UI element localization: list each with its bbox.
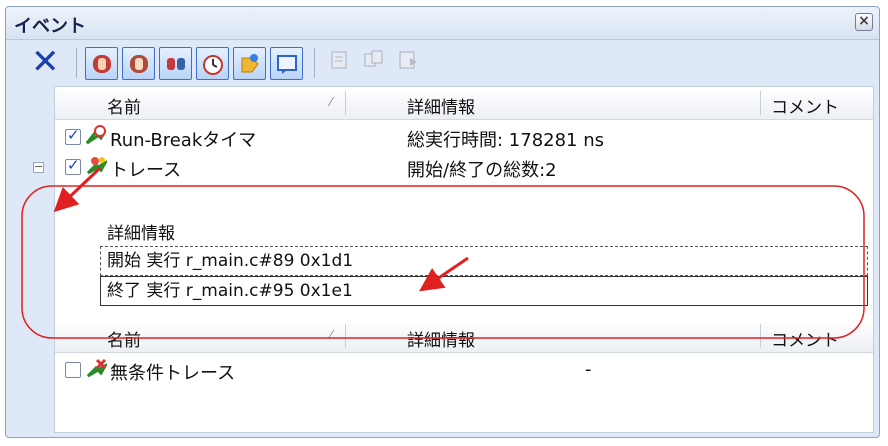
table-header: 名前 ⁄ 詳細情報 コメント [55, 320, 873, 353]
row-name: トレース [110, 160, 182, 181]
row-name: Run-Breakタイマ [110, 130, 257, 151]
sort-indicator-icon: ⁄ [330, 328, 333, 342]
table-header: 名前 ⁄ 詳細情報 コメント [55, 87, 873, 120]
collapse-toggle-icon[interactable]: − [33, 161, 44, 173]
sort-indicator-icon: ⁄ [330, 95, 333, 109]
column-header-name[interactable]: 名前 [107, 93, 141, 118]
detail-item[interactable]: 終了 実行 r_main.c#95 0x1e1 [100, 276, 868, 306]
table-row[interactable]: Run-Breakタイマ 総実行時間: 178281 ns [55, 122, 873, 152]
row-name: 無条件トレース [110, 363, 236, 384]
column-header-detail[interactable]: 詳細情報 [407, 326, 475, 351]
column-divider[interactable] [345, 91, 346, 115]
panel-title: イベント [14, 16, 86, 37]
close-icon[interactable]: × [855, 13, 873, 31]
column-header-comment[interactable]: コメント [771, 326, 839, 351]
event-list-panel: 名前 ⁄ 詳細情報 コメント Run-Breakタイマ 総実行時間: 17828… [33, 86, 874, 433]
row-detail: 総実行時間: 178281 ns [407, 130, 605, 151]
column-divider[interactable] [760, 324, 761, 348]
trace-event-icon[interactable] [233, 47, 266, 80]
hardware-break-hand-icon[interactable] [85, 47, 118, 80]
row-detail: - [585, 359, 592, 380]
title-bar: イベント × [6, 7, 879, 40]
column-divider[interactable] [760, 91, 761, 115]
row-enable-checkbox[interactable] [65, 362, 81, 378]
toolbar: ✕ [6, 40, 879, 85]
event-panel-window: イベント × ✕ 名前 ⁄ 詳細情報 コメント ✓ Run-Breakタイマ 総… [5, 6, 880, 438]
column-header-detail[interactable]: 詳細情報 [407, 93, 475, 118]
timer-event-icon [85, 125, 107, 152]
unconditional-trace-icon [85, 358, 110, 385]
combination-break-icon[interactable] [159, 47, 192, 80]
import-icon [328, 48, 356, 76]
software-break-hand-icon[interactable] [122, 47, 155, 80]
table-row[interactable]: 無条件トレース - [55, 355, 873, 385]
table-row[interactable]: − トレース 開始/終了の総数:2 [33, 152, 873, 182]
row-enable-checkbox[interactable] [65, 156, 81, 175]
timer-stopwatch-icon[interactable] [196, 47, 229, 80]
row-detail: 開始/終了の総数:2 [407, 160, 557, 181]
delete-x-icon[interactable]: ✕ [31, 44, 60, 80]
toolbar-separator [314, 48, 315, 78]
printf-event-icon[interactable] [270, 47, 303, 80]
row-enable-checkbox[interactable] [65, 126, 81, 145]
detail-section-label: 詳細情報 [107, 224, 175, 244]
export-icon [396, 48, 424, 76]
column-divider[interactable] [345, 324, 346, 348]
toolbar-separator [76, 48, 77, 78]
detail-item[interactable]: 開始 実行 r_main.c#89 0x1d1 [100, 246, 868, 276]
trace-event-icon [85, 155, 110, 182]
copy-icon [362, 48, 390, 76]
column-header-comment[interactable]: コメント [771, 93, 839, 118]
column-header-name[interactable]: 名前 [107, 326, 141, 351]
